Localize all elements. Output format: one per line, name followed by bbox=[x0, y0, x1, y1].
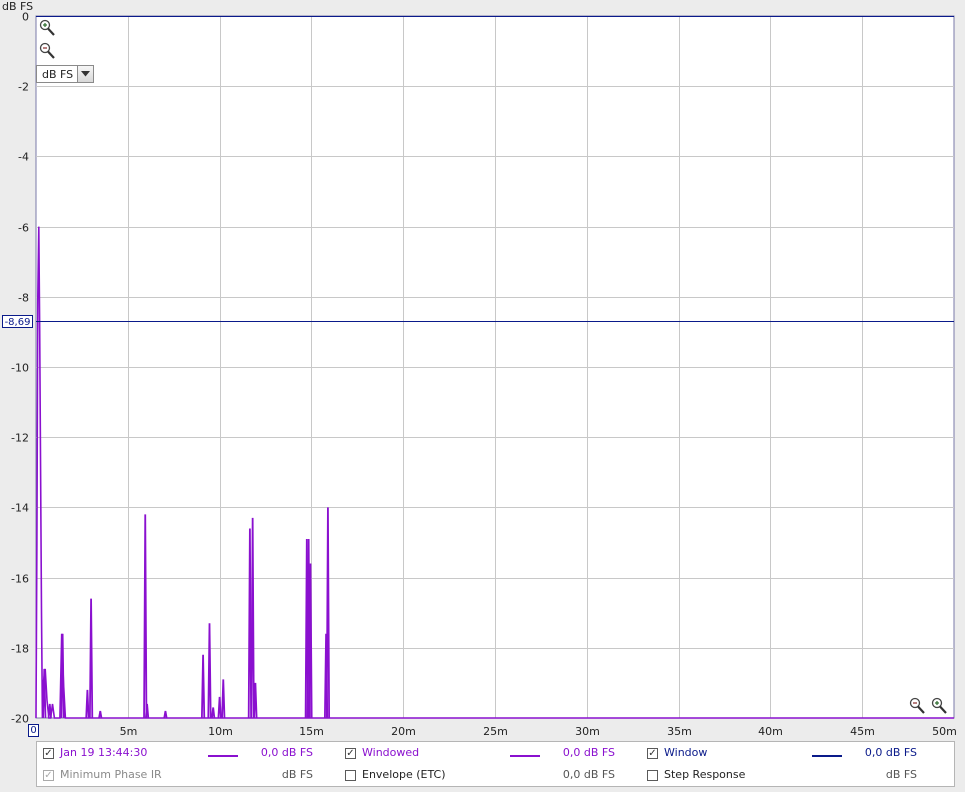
legend-value: 0,0 dB FS bbox=[864, 746, 917, 759]
legend-label[interactable]: Minimum Phase IR bbox=[60, 768, 162, 781]
x-tick-label: 35m bbox=[667, 725, 692, 738]
legend-label[interactable]: Window bbox=[664, 746, 707, 759]
legend-label[interactable]: Windowed bbox=[362, 746, 419, 759]
units-dropdown-value: dB FS bbox=[42, 67, 74, 81]
ir-plot[interactable]: 5m 10m 15m 20m 25m 30m 35m 40m 45m 50m 0 -2 -4 -6 -8 -1… bbox=[0, 0, 965, 741]
legend-checkbox[interactable]: ✓ bbox=[43, 748, 54, 759]
legend-value: dB FS bbox=[281, 768, 313, 781]
y-tick-label: -8 bbox=[18, 292, 29, 305]
legend-panel: ✓ Jan 19 13:44:30 0,0 dB FS ✓ Windowed 0,0 dB… bbox=[36, 741, 955, 787]
y-tick-label: -20 bbox=[11, 713, 29, 726]
y-tick-label: -4 bbox=[18, 151, 29, 164]
legend-value: 0,0 dB FS bbox=[562, 768, 615, 781]
legend-value: dB FS bbox=[885, 768, 917, 781]
y-tick-label: -14 bbox=[11, 502, 29, 515]
legend-checkbox[interactable] bbox=[345, 770, 356, 781]
chevron-down-icon[interactable] bbox=[77, 66, 93, 82]
legend-swatch bbox=[510, 755, 540, 757]
legend-checkbox[interactable]: ✓ bbox=[345, 748, 356, 759]
legend-item: ✓ Minimum Phase IR dB FS bbox=[43, 767, 343, 787]
y-tick-label: -16 bbox=[11, 573, 29, 586]
x-tick-label: 15m bbox=[299, 725, 324, 738]
x-tick-label: 40m bbox=[758, 725, 783, 738]
x-tick-label: 30m bbox=[575, 725, 600, 738]
y-tick-label: -2 bbox=[18, 81, 29, 94]
legend-label[interactable]: Jan 19 13:44:30 bbox=[60, 746, 147, 759]
legend-item: ✓ Window 0,0 dB FS bbox=[647, 745, 947, 765]
y-tick-label: -6 bbox=[18, 222, 29, 235]
zoom-out-x-icon[interactable] bbox=[908, 697, 926, 715]
x-tick-label: 5m bbox=[120, 725, 138, 738]
cursor-value-label[interactable]: -8,69 bbox=[2, 315, 33, 328]
x-tick-label: 10m bbox=[208, 725, 233, 738]
x-origin-label: 0 bbox=[28, 724, 39, 737]
legend-value: 0,0 dB FS bbox=[562, 746, 615, 759]
legend-item: ✓ Jan 19 13:44:30 0,0 dB FS bbox=[43, 745, 343, 765]
legend-swatch bbox=[208, 755, 238, 757]
x-tick-label: 45m bbox=[850, 725, 875, 738]
y-tick-label: -12 bbox=[11, 432, 29, 445]
legend-checkbox[interactable] bbox=[647, 770, 658, 781]
x-tick-label: 50m bbox=[932, 725, 957, 738]
zoom-in-icon[interactable] bbox=[38, 19, 56, 37]
y-tick-label: -10 bbox=[11, 362, 29, 375]
y-tick-label: 0 bbox=[22, 11, 29, 24]
units-dropdown[interactable]: dB FS bbox=[36, 65, 94, 83]
legend-label[interactable]: Envelope (ETC) bbox=[362, 768, 446, 781]
legend-label[interactable]: Step Response bbox=[664, 768, 745, 781]
x-tick-label: 25m bbox=[483, 725, 508, 738]
legend-item: ✓ Windowed 0,0 dB FS bbox=[345, 745, 645, 765]
zoom-in-x-icon[interactable] bbox=[930, 697, 948, 715]
y-tick-label: -18 bbox=[11, 643, 29, 656]
legend-checkbox[interactable]: ✓ bbox=[647, 748, 658, 759]
zoom-out-icon[interactable] bbox=[38, 42, 56, 60]
legend-checkbox: ✓ bbox=[43, 770, 54, 781]
legend-swatch bbox=[812, 755, 842, 757]
x-tick-label: 20m bbox=[391, 725, 416, 738]
legend-value: 0,0 dB FS bbox=[260, 746, 313, 759]
legend-item: Step Response dB FS bbox=[647, 767, 947, 787]
legend-item: Envelope (ETC) 0,0 dB FS bbox=[345, 767, 645, 787]
